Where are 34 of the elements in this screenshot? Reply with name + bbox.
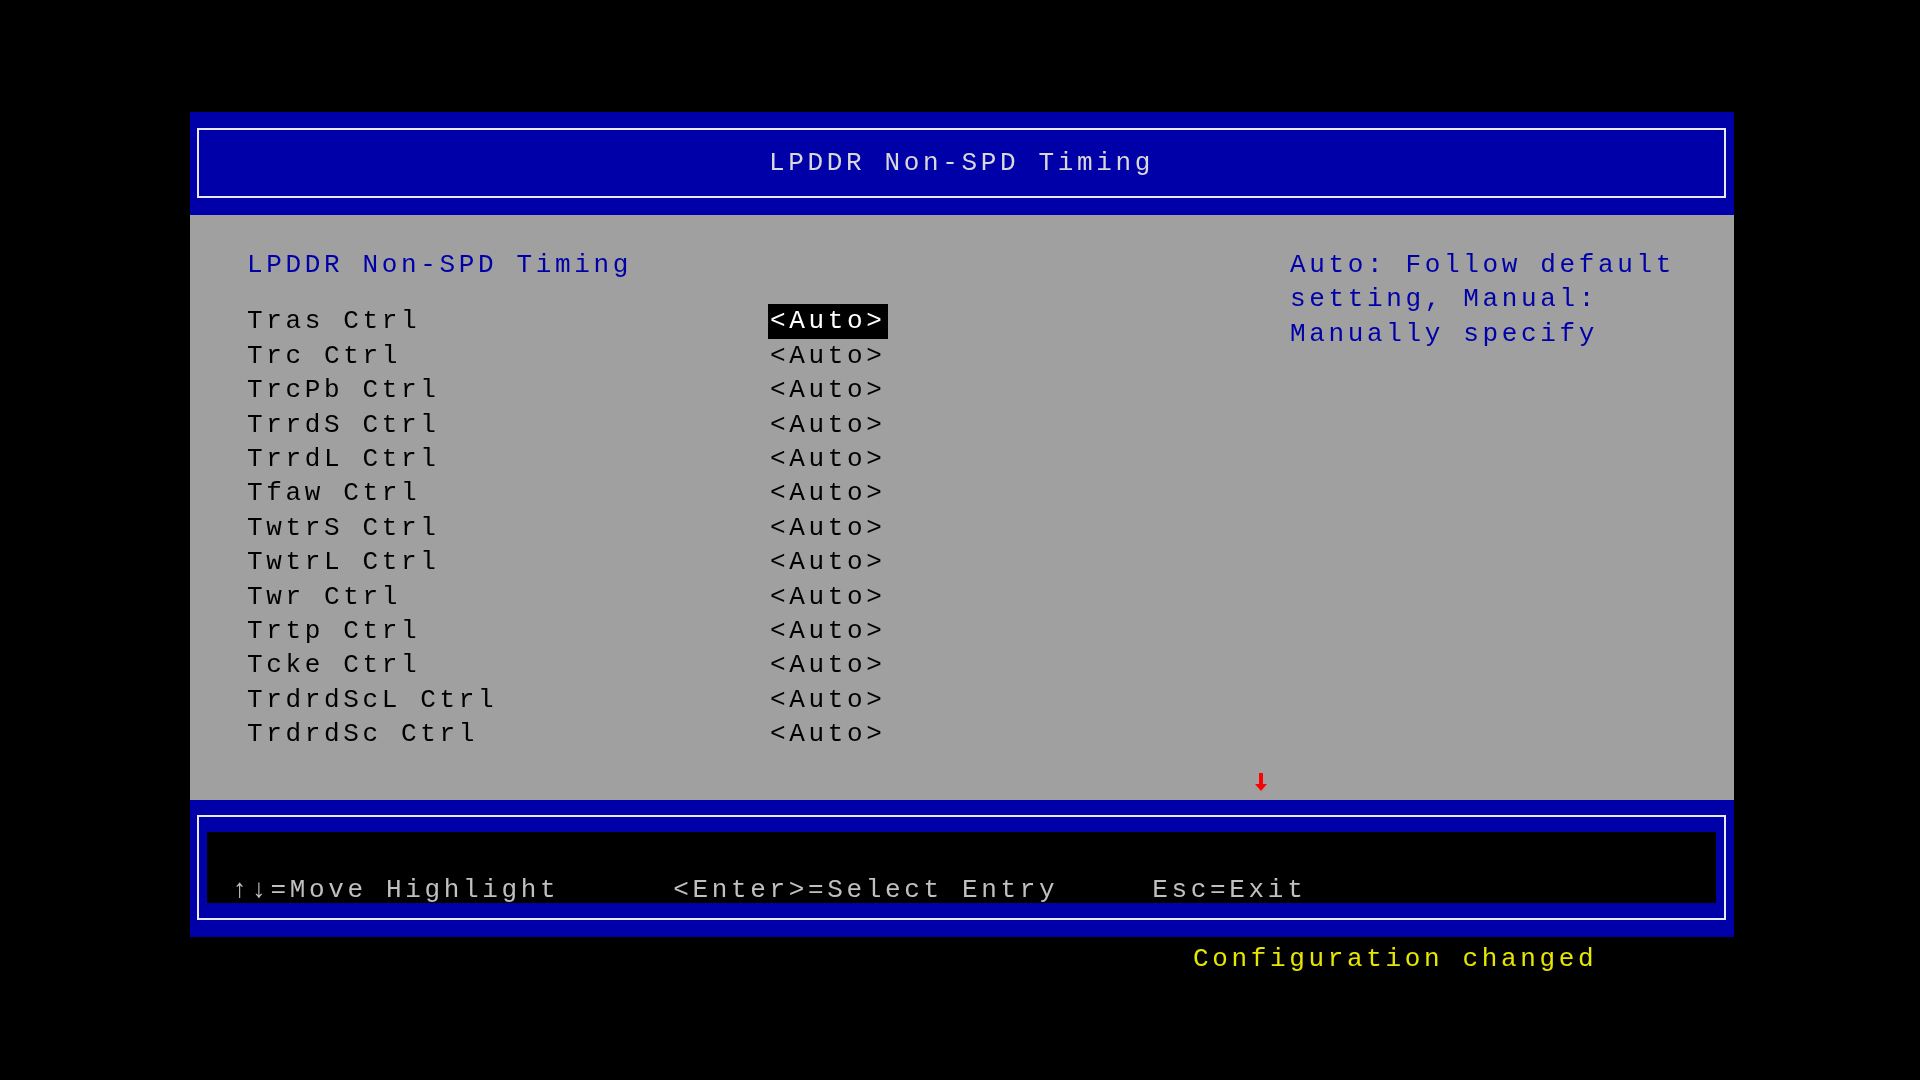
setting-label: TwtrL Ctrl	[247, 546, 441, 580]
setting-value[interactable]: <Auto>	[768, 407, 888, 443]
status-message: Configuration changed	[1193, 943, 1599, 976]
setting-value[interactable]: <Auto>	[768, 614, 888, 649]
setting-label: Trc Ctrl	[247, 339, 403, 373]
help-text: Auto: Follow default setting, Manual: Manually specify	[1290, 249, 1677, 351]
setting-value[interactable]: <Auto>	[768, 648, 888, 683]
setting-label: TrrdS Ctrl	[247, 408, 441, 442]
window-title: LPDDR Non-SPD Timing	[768, 146, 1155, 180]
key-hint: Esc=Exit	[1152, 873, 1307, 907]
setting-label: Trtp Ctrl	[247, 615, 422, 649]
setting-value[interactable]: <Auto>	[768, 442, 888, 477]
setting-label: Tfaw Ctrl	[247, 477, 422, 511]
scroll-down-arrow-icon	[1255, 773, 1267, 791]
setting-label: Twr Ctrl	[247, 580, 403, 614]
setting-label: TrdrdSc Ctrl	[247, 718, 480, 752]
setting-value[interactable]: <Auto>	[768, 579, 888, 615]
setting-value[interactable]: <Auto>	[768, 304, 888, 339]
setting-label: Tcke Ctrl	[247, 649, 422, 683]
setting-label: TrcPb Ctrl	[247, 374, 441, 408]
setting-value[interactable]: <Auto>	[768, 510, 888, 546]
setting-value[interactable]: <Auto>	[768, 373, 888, 408]
section-heading: LPDDR Non-SPD Timing	[247, 249, 634, 282]
setting-label: TrrdL Ctrl	[247, 443, 441, 477]
setting-label: TwtrS Ctrl	[247, 511, 441, 545]
key-hint: <Enter>=Select Entry	[673, 873, 1059, 907]
setting-value[interactable]: <Auto>	[768, 338, 888, 374]
setting-value[interactable]: <Auto>	[768, 717, 888, 752]
setting-label: TrdrdScL Ctrl	[247, 683, 499, 717]
key-hint: ↑↓=Move Highlight	[232, 873, 560, 907]
setting-value[interactable]: <Auto>	[768, 682, 888, 718]
setting-label: Tras Ctrl	[247, 305, 422, 339]
setting-value[interactable]: <Auto>	[768, 545, 888, 580]
setting-value[interactable]: <Auto>	[768, 476, 888, 511]
